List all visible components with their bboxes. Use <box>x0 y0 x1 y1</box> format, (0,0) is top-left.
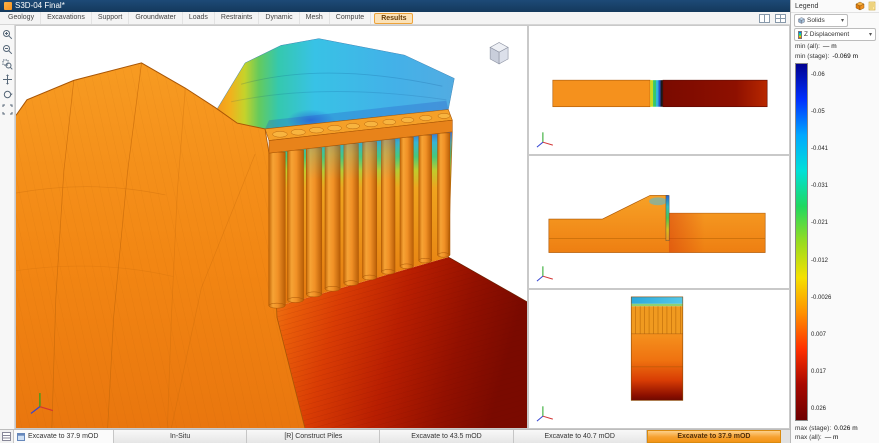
legend-tick-labels: -0.06 -0.05 -0.041 -0.031 -0.021 -0.012 … <box>811 63 877 421</box>
stage-tab-excavate-43-5[interactable]: Excavate to 43.5 mOD <box>380 430 513 443</box>
max-all-label: max (all): <box>795 434 822 441</box>
main-3d-viewport[interactable] <box>15 25 528 429</box>
tick-label: -0.0026 <box>811 295 877 301</box>
tick-label: -0.06 <box>811 72 877 78</box>
legend-panel: Legend Solids ▾ Z Displacement ▾ min (al… <box>790 0 879 443</box>
chevron-down-icon: ▾ <box>869 31 872 38</box>
stage-tab-construct-piles[interactable]: [R] Construct Piles <box>247 430 380 443</box>
zoom-window-icon[interactable] <box>1 58 13 70</box>
ribbon-tab-excavations[interactable]: Excavations <box>41 12 92 24</box>
ribbon-tab-loads[interactable]: Loads <box>183 12 215 24</box>
rs3-application-window: { "window": { "title": "S3D-04 Final*" }… <box>0 0 879 443</box>
max-stage-label: max (stage): <box>795 425 831 432</box>
tick-label: -0.021 <box>811 220 877 226</box>
ribbon-tab-compute[interactable]: Compute <box>330 12 371 24</box>
axis-triad <box>537 132 553 147</box>
ribbon-tab-mesh[interactable]: Mesh <box>300 12 330 24</box>
tick-label: -0.031 <box>811 183 877 189</box>
ribbon-tab-dynamic[interactable]: Dynamic <box>259 12 299 24</box>
title-bar: S3D-04 Final* <box>0 0 790 12</box>
tick-label: 0.026 <box>811 406 877 412</box>
layout-four-views-icon[interactable] <box>774 13 787 23</box>
orbit-icon[interactable] <box>1 88 13 100</box>
zoom-out-icon[interactable] <box>1 43 13 55</box>
section-viewport[interactable] <box>528 155 790 289</box>
terrain-model <box>16 39 527 428</box>
stage-tab-excavate-40-7[interactable]: Excavate to 40.7 mOD <box>514 430 647 443</box>
view-toolbar <box>0 25 15 429</box>
plan-viewport[interactable] <box>528 25 790 155</box>
stage-tab-excavate-37-9[interactable]: Excavate to 37.9 mOD <box>647 430 781 443</box>
ribbon-tab-results[interactable]: Results <box>374 13 413 24</box>
ribbon-tab-support[interactable]: Support <box>92 12 130 24</box>
tick-label: 0.017 <box>811 369 877 375</box>
result-type-label: Z Displacement <box>804 31 849 38</box>
pan-icon[interactable] <box>1 73 13 85</box>
solids-dropdown[interactable]: Solids ▾ <box>794 14 848 27</box>
stage-list-icon[interactable] <box>0 430 14 443</box>
zoom-extents-icon[interactable] <box>1 103 13 115</box>
max-all-row: max (all): — m <box>791 433 879 443</box>
solids-cube-icon <box>798 17 805 24</box>
max-stage-value: 0.026 m <box>834 425 858 432</box>
view-cube[interactable] <box>490 43 508 64</box>
max-all-value: — m <box>825 434 839 441</box>
stage-tab-in-situ[interactable]: In-Situ <box>114 430 247 443</box>
min-all-label: min (all): <box>795 43 820 50</box>
solids-dropdown-label: Solids <box>807 17 825 24</box>
report-icon[interactable] <box>867 1 877 11</box>
ribbon-tab-geology[interactable]: Geology <box>2 12 41 24</box>
current-stage-display: Excavate to 37.9 mOD <box>14 430 114 443</box>
axis-triad <box>537 266 553 281</box>
model-cube-icon[interactable] <box>855 1 865 11</box>
legend-colorbar-area: -0.06 -0.05 -0.041 -0.031 -0.021 -0.012 … <box>791 61 879 423</box>
legend-header: Legend <box>791 0 879 13</box>
max-stage-row: max (stage): 0.026 m <box>791 423 879 433</box>
ribbon-tab-groundwater[interactable]: Groundwater <box>129 12 182 24</box>
stage-icon <box>17 433 25 441</box>
result-type-dropdown[interactable]: Z Displacement ▾ <box>794 28 876 41</box>
min-stage-label: min (stage): <box>795 53 829 60</box>
window-title: S3D-04 Final* <box>15 0 65 12</box>
tick-label: -0.041 <box>811 146 877 152</box>
stage-scroll-button[interactable] <box>781 430 790 443</box>
ribbon-tab-bar: Geology Excavations Support Groundwater … <box>0 12 790 25</box>
chevron-down-icon: ▾ <box>841 17 844 24</box>
legend-title: Legend <box>795 3 818 10</box>
min-all-value: — m <box>823 43 837 50</box>
zoom-in-icon[interactable] <box>1 28 13 40</box>
layout-single-view-icon[interactable] <box>758 13 771 23</box>
tick-label: -0.05 <box>811 109 877 115</box>
secondary-viewports <box>528 25 790 429</box>
elevation-viewport[interactable] <box>528 289 790 429</box>
tick-label: -0.012 <box>811 258 877 264</box>
min-stage-value: -0.069 m <box>832 53 858 60</box>
current-stage-label: Excavate to 37.9 mOD <box>28 433 98 440</box>
colorscale-mini-icon <box>798 31 802 39</box>
app-logo-icon <box>4 2 12 10</box>
stage-bar: Excavate to 37.9 mOD In-Situ [R] Constru… <box>0 429 790 443</box>
min-all-row: min (all): — m <box>791 41 879 51</box>
axis-triad <box>537 406 553 421</box>
ribbon-tab-restraints[interactable]: Restraints <box>215 12 260 24</box>
min-stage-row: min (stage): -0.069 m <box>791 51 879 61</box>
tick-label: 0.007 <box>811 332 877 338</box>
legend-colorbar <box>795 63 808 421</box>
